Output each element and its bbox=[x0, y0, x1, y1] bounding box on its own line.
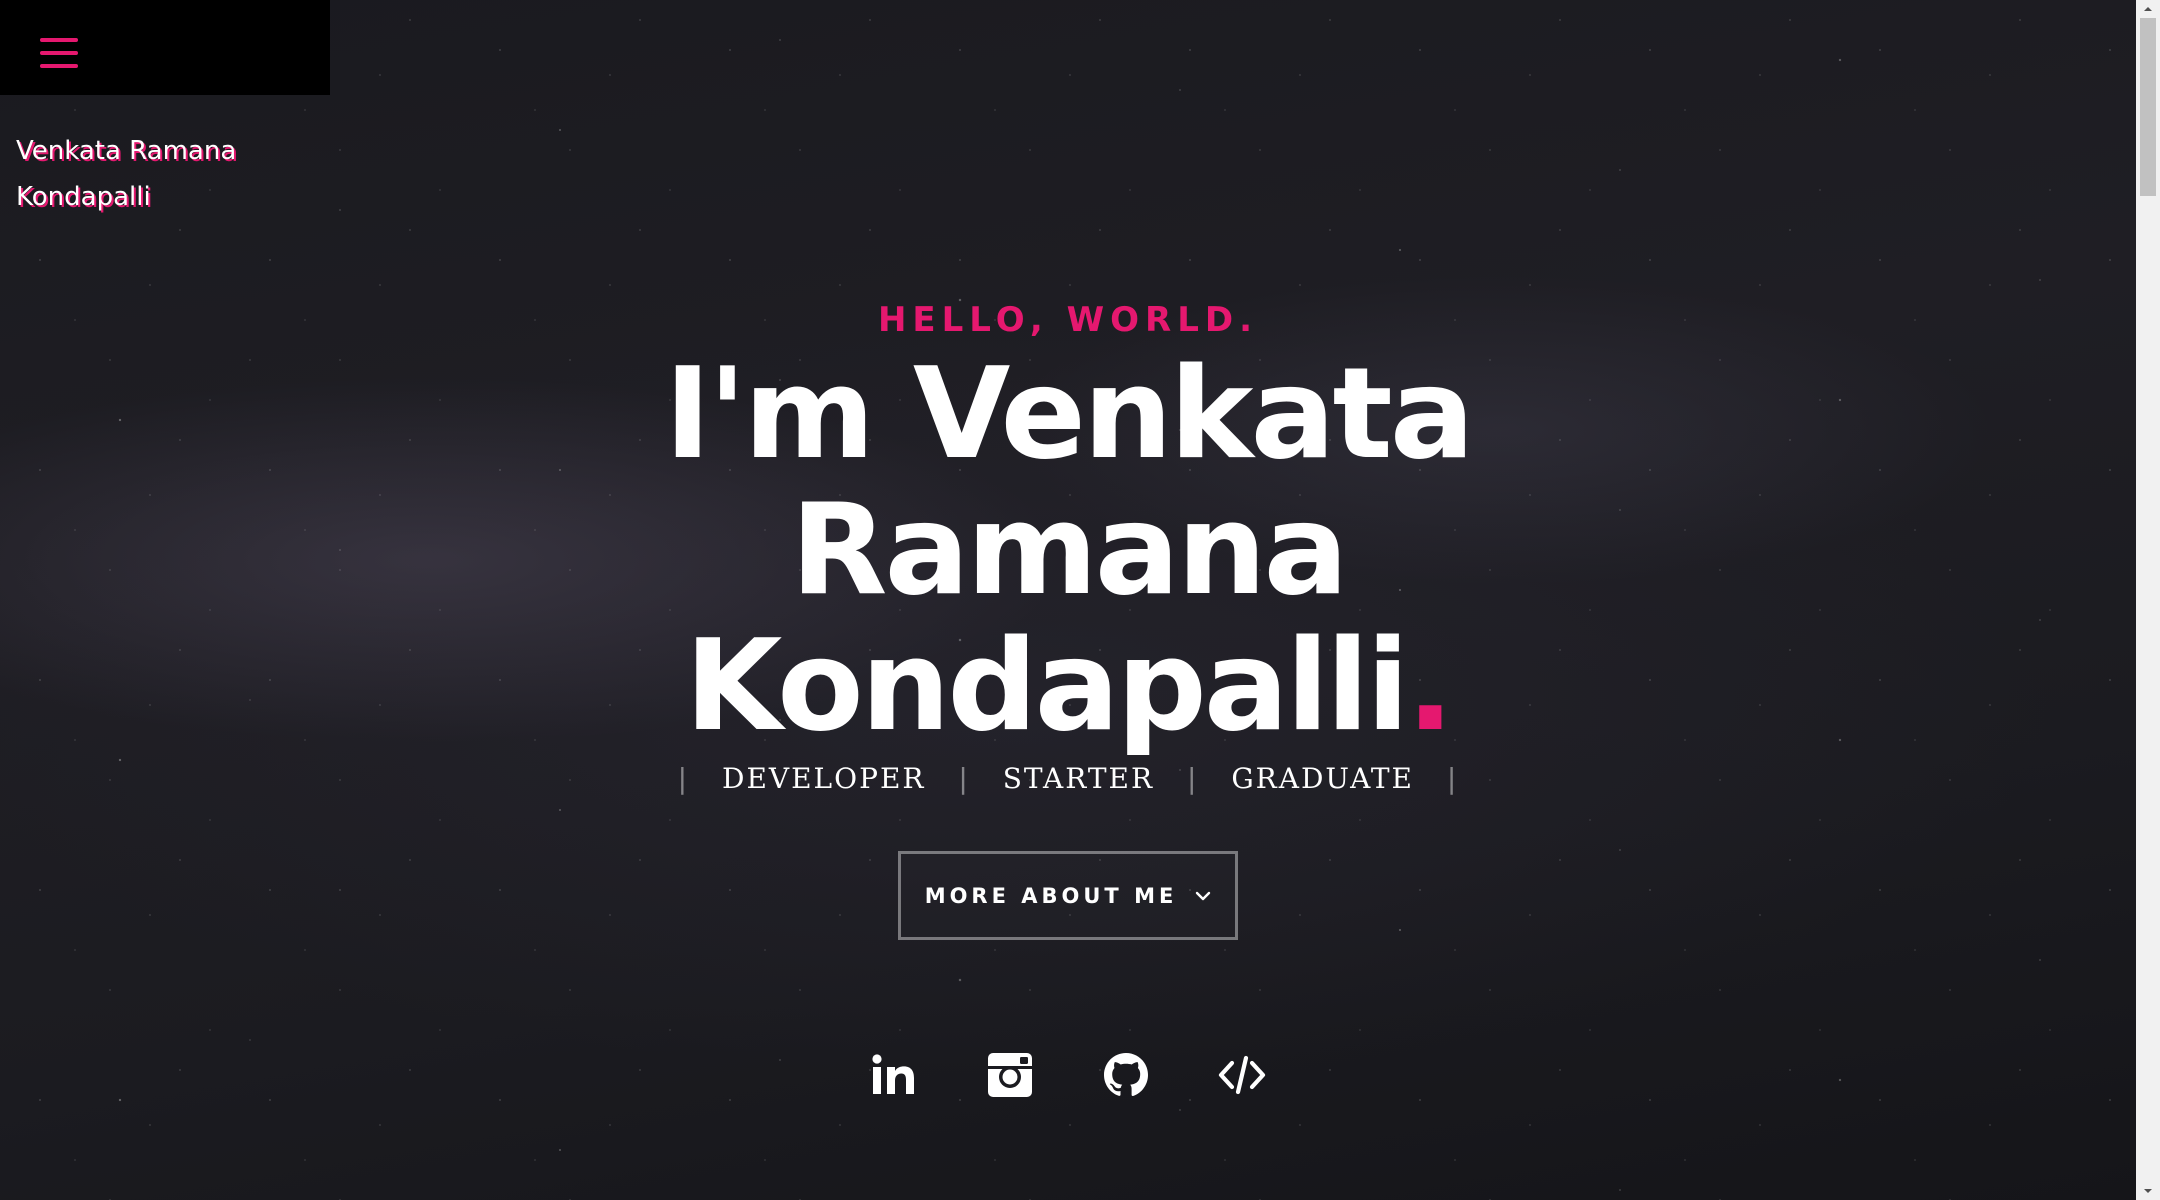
role-starter: STARTER bbox=[1002, 762, 1155, 795]
more-about-me-label: MORE ABOUT ME bbox=[924, 883, 1178, 908]
site-brand[interactable]: Venkata Ramana Kondapalli bbox=[16, 128, 276, 220]
hero-section: HELLO, WORLD. I'm Venkata Ramana Kondapa… bbox=[0, 300, 2136, 940]
role-separator: | bbox=[677, 762, 690, 795]
chevron-down-icon bbox=[1196, 891, 1211, 900]
hero-greeting: HELLO, WORLD. bbox=[877, 300, 1259, 340]
vertical-scrollbar[interactable] bbox=[2136, 0, 2160, 1200]
headline-period: . bbox=[1406, 612, 1454, 759]
headline-line-2: Kondapalli bbox=[684, 612, 1410, 759]
role-separator: | bbox=[958, 762, 970, 795]
instagram-icon[interactable] bbox=[985, 1050, 1035, 1100]
role-graduate: GRADUATE bbox=[1231, 762, 1414, 795]
linkedin-icon[interactable] bbox=[869, 1050, 919, 1100]
brand-line-2: Kondapalli bbox=[16, 182, 151, 212]
github-icon[interactable] bbox=[1101, 1050, 1151, 1100]
role-separator: | bbox=[1186, 762, 1199, 795]
scroll-down-arrow-icon[interactable] bbox=[2136, 1182, 2160, 1200]
role-developer: DEVELOPER bbox=[722, 762, 926, 795]
hero-background: Venkata Ramana Kondapalli HELLO, WORLD. … bbox=[0, 0, 2136, 1200]
code-icon[interactable] bbox=[1217, 1050, 1267, 1100]
roles-list: | DEVELOPER | STARTER | GRADUATE | bbox=[0, 762, 2136, 795]
social-links bbox=[0, 1050, 2136, 1100]
hamburger-menu-icon[interactable] bbox=[40, 38, 78, 70]
hero-headline: I'm Venkata Ramana Kondapalli. bbox=[368, 346, 1768, 754]
scrollbar-thumb[interactable] bbox=[2140, 18, 2156, 196]
more-about-me-button[interactable]: MORE ABOUT ME bbox=[898, 851, 1238, 940]
headline-line-1: I'm Venkata Ramana bbox=[664, 340, 1474, 623]
brand-line-1: Venkata Ramana bbox=[16, 136, 237, 166]
menu-toggle-box bbox=[0, 0, 330, 95]
scroll-up-arrow-icon[interactable] bbox=[2136, 0, 2160, 18]
role-separator: | bbox=[1446, 762, 1459, 795]
